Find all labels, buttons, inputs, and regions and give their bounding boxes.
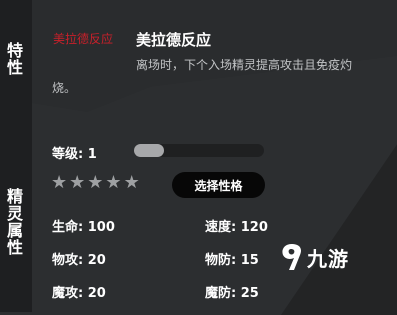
stat-speed: 速度: 120 bbox=[205, 220, 268, 235]
stat-hp: 生命: 100 bbox=[52, 220, 115, 235]
trait-name: 美拉德反应 bbox=[136, 31, 212, 49]
level-progress-fill bbox=[134, 144, 164, 157]
stat-physical-defense: 物防: 15 bbox=[205, 253, 259, 268]
star-icon: ★ bbox=[123, 172, 140, 193]
star-icon: ★ bbox=[87, 172, 104, 193]
watermark-text: 九游 bbox=[307, 246, 349, 271]
select-nature-button[interactable]: 选择性格 bbox=[172, 172, 265, 198]
stat-magic-attack: 魔攻: 20 bbox=[52, 286, 106, 301]
stat-magic-defense: 魔防: 25 bbox=[205, 286, 259, 301]
level-label: 等级: 1 bbox=[52, 147, 97, 162]
star-icon: ★ bbox=[69, 172, 86, 193]
level-progress-bar bbox=[134, 144, 264, 157]
attributes-section-label: 精灵属性 bbox=[6, 187, 23, 257]
star-icon: ★ bbox=[105, 172, 122, 193]
star-icon: ★ bbox=[51, 172, 68, 193]
nine-game-logo-icon bbox=[282, 244, 302, 270]
trait-tag: 美拉德反应 bbox=[53, 32, 114, 46]
star-rating: ★ ★ ★ ★ ★ bbox=[51, 173, 140, 193]
trait-section-label: 特性 bbox=[6, 41, 23, 77]
stat-physical-attack: 物攻: 20 bbox=[52, 253, 106, 268]
trait-description: 离场时，下个入场精灵提高攻击且免疫灼烧。 bbox=[52, 58, 353, 95]
section-label-column: 特性 精灵属性 bbox=[0, 0, 32, 312]
watermark-logo: 九游 bbox=[279, 242, 349, 272]
